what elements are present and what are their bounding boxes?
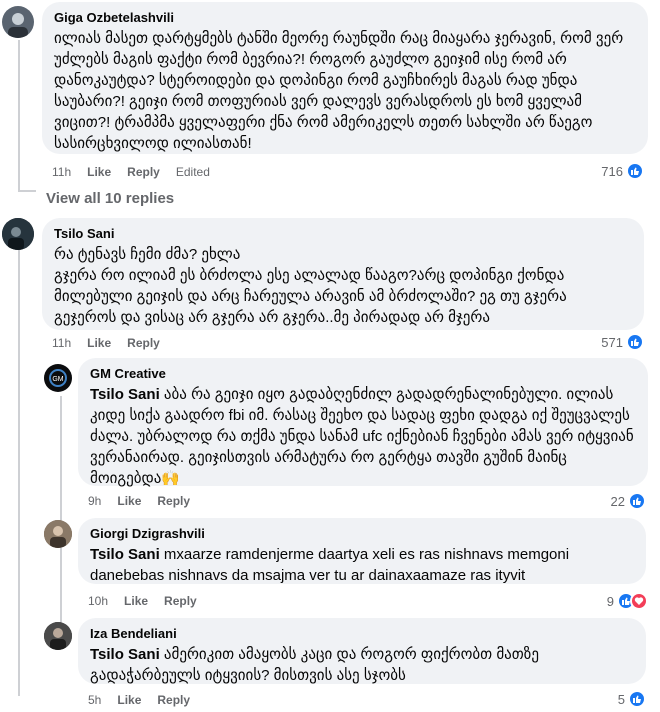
avatar[interactable] [2,6,34,38]
reply-bubble: Giorgi Dzigrashvili Tsilo Sani mxaarze r… [78,518,646,584]
reply-time[interactable]: 9h [88,494,101,508]
like-button[interactable]: Like [87,165,111,179]
avatar[interactable]: GM [44,364,72,392]
mention-tag[interactable]: Tsilo Sani [90,386,160,403]
comment-actions: 11h Like Reply [52,336,160,350]
reply-author[interactable]: Giorgi Dzigrashvili [90,526,634,542]
reply-text: Tsilo Sani ამერიკით ამაყობს კაცი და როგო… [90,644,634,686]
like-button[interactable]: Like [117,693,141,707]
comment-actions: 11h Like Reply Edited [52,165,210,179]
edited-label[interactable]: Edited [176,165,210,179]
reaction-count[interactable]: 22 [611,492,646,510]
like-reaction-icon [626,333,644,351]
reaction-number: 22 [610,493,625,509]
comment-bubble: Giga Ozbetelashvili ილიას მასეთ დარტყმებ… [42,2,648,154]
reply-text: Tsilo Sani mxaarze ramdenjerme daartya x… [90,544,634,586]
reply-actions: 10h Like Reply [88,594,197,608]
svg-text:GM: GM [52,376,63,383]
reaction-count[interactable]: 716 [601,162,644,180]
mention-tag[interactable]: Tsilo Sani [90,646,160,663]
reply-time[interactable]: 5h [88,693,101,707]
avatar[interactable] [44,622,72,650]
reaction-number: 716 [601,163,623,179]
reply-time[interactable]: 10h [88,594,108,608]
reply-actions: 5h Like Reply [88,693,190,707]
reaction-number: 5 [617,691,625,707]
love-reaction-icon [630,592,648,610]
reaction-count[interactable]: 5 [618,690,646,708]
reply-text: Tsilo Sani აბა რა გეიჯი იყო გადაბღენძილ … [90,384,636,489]
thread-line-c1 [18,40,20,192]
like-reaction-icon [628,690,646,708]
like-reaction-icon [628,492,646,510]
comment-author[interactable]: Giga Ozbetelashvili [54,10,636,26]
reply-body: აბა რა გეიჯი იყო გადაბღენძილ გადადრენალი… [90,386,634,487]
reply-author[interactable]: Iza Bendeliani [90,626,634,642]
thread-line-c2 [18,250,20,696]
reply-actions: 9h Like Reply [88,494,190,508]
reply-body: mxaarze ramdenjerme daartya xeli es ras … [90,546,570,584]
comment-text: რა ტენავს ჩემი ძმა? ეხლა გჯერა რო ილიამ … [54,246,567,326]
view-all-replies-link[interactable]: View all 10 replies [46,190,174,207]
reply-button[interactable]: Reply [127,165,160,179]
avatar[interactable] [2,218,34,250]
reaction-count[interactable]: 9 [607,592,648,610]
mention-tag[interactable]: Tsilo Sani [90,546,160,563]
thread-line-c1-curve [18,190,36,192]
reply-button[interactable]: Reply [157,693,190,707]
like-reaction-icon [626,162,644,180]
comment-author[interactable]: Tsilo Sani [54,226,632,242]
reply-button[interactable]: Reply [127,336,160,350]
comment-time[interactable]: 11h [52,336,71,350]
avatar[interactable] [44,520,72,548]
reaction-number: 571 [601,334,623,350]
reply-bubble: Iza Bendeliani Tsilo Sani ამერიკით ამაყო… [78,618,646,684]
comment-time[interactable]: 11h [52,165,71,179]
reply-bubble: GM Creative Tsilo Sani აბა რა გეიჯი იყო … [78,358,648,489]
reaction-count[interactable]: 571 [601,333,644,351]
like-button[interactable]: Like [124,594,148,608]
like-button[interactable]: Like [87,336,111,350]
thread-line-replies [60,396,62,636]
reply-button[interactable]: Reply [164,594,197,608]
reply-button[interactable]: Reply [157,494,190,508]
reaction-number: 9 [606,593,614,609]
reply-author[interactable]: GM Creative [90,366,636,382]
comment-bubble: Tsilo Sani რა ტენავს ჩემი ძმა? ეხლა გჯერ… [42,218,644,330]
like-button[interactable]: Like [117,494,141,508]
comment-text: ილიას მასეთ დარტყმებს ტანში მეორე რაუნდშ… [54,30,624,152]
